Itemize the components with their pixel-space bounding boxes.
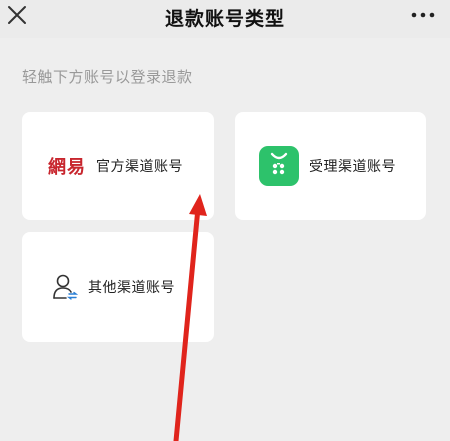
other-channel-account-card[interactable]: 其他渠道账号 <box>22 232 214 342</box>
agent-channel-account-card[interactable]: 受理渠道账号 <box>235 112 426 220</box>
instruction-text: 轻触下方账号以登录退款 <box>22 68 193 86</box>
agent-channel-label: 受理渠道账号 <box>309 159 396 175</box>
official-channel-label: 官方渠道账号 <box>96 159 183 175</box>
netease-logo: 網易 <box>48 157 86 178</box>
other-channel-label: 其他渠道账号 <box>88 280 175 296</box>
person-switch-icon <box>53 274 78 300</box>
page-title: 退款账号类型 <box>164 8 285 30</box>
navigation-bar: 退款账号类型 <box>0 0 450 38</box>
more-dots-icon[interactable] <box>410 4 436 26</box>
green-app-icon <box>259 146 299 186</box>
official-channel-account-card[interactable]: 網易 官方渠道账号 <box>22 112 214 220</box>
